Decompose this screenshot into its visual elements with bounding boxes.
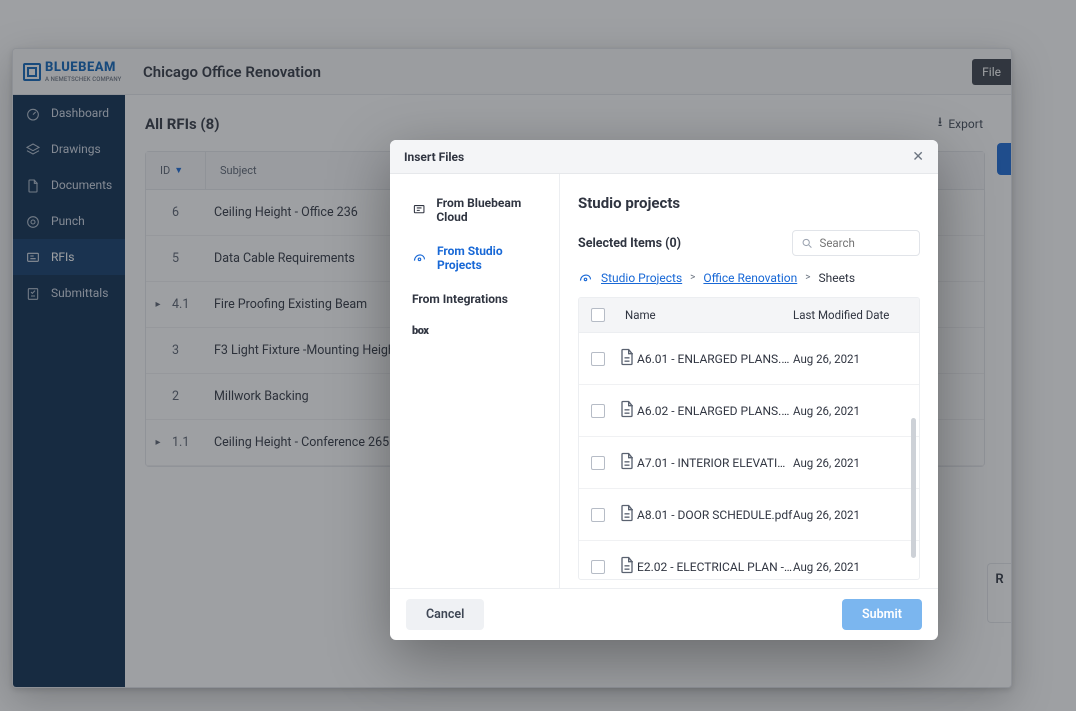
chevron-right-icon: > <box>805 272 810 283</box>
search-box[interactable] <box>792 230 920 256</box>
modal-footer: Cancel Submit <box>390 588 938 640</box>
file-checkbox[interactable] <box>591 560 605 574</box>
panel-title: Studio projects <box>578 194 920 212</box>
document-icon <box>617 503 637 526</box>
document-icon <box>617 399 637 422</box>
file-modified-date: Aug 26, 2021 <box>793 404 907 418</box>
select-all-checkbox[interactable] <box>591 308 605 322</box>
file-list: Name Last Modified Date A6.01 - ENLARGED… <box>578 297 920 580</box>
source-label: From Studio Projects <box>437 244 543 272</box>
submit-button[interactable]: Submit <box>842 599 922 630</box>
file-checkbox[interactable] <box>591 456 605 470</box>
file-checkbox[interactable] <box>591 404 605 418</box>
file-name: A8.01 - DOOR SCHEDULE.pdf <box>637 508 793 522</box>
box-icon: box <box>412 324 428 337</box>
document-icon <box>617 347 637 370</box>
close-icon[interactable]: ✕ <box>912 149 924 165</box>
studio-icon <box>412 250 427 266</box>
file-checkbox[interactable] <box>591 508 605 522</box>
breadcrumb-item[interactable]: Office Renovation <box>703 271 797 285</box>
file-row[interactable]: E2.02 - ELECTRICAL PLAN - LEVELAug 26, 2… <box>579 541 919 579</box>
modal-body: From Bluebeam Cloud From Studio Projects F… <box>390 174 938 588</box>
file-name: A6.01 - ENLARGED PLANS.pdf <box>637 352 793 366</box>
file-row[interactable]: A6.02 - ENLARGED PLANS.pdfAug 26, 2021 <box>579 385 919 437</box>
breadcrumb: Studio Projects > Office Renovation > Sheets <box>578 270 920 285</box>
column-modified[interactable]: Last Modified Date <box>793 308 907 322</box>
file-row[interactable]: A8.01 - DOOR SCHEDULE.pdfAug 26, 2021 <box>579 489 919 541</box>
scrollbar-thumb[interactable] <box>911 418 916 558</box>
file-modified-date: Aug 26, 2021 <box>793 352 907 366</box>
modal-header: Insert Files ✕ <box>390 140 938 174</box>
file-list-header: Name Last Modified Date <box>579 298 919 333</box>
file-checkbox[interactable] <box>591 352 605 366</box>
cloud-doc-icon <box>412 202 426 218</box>
document-icon <box>617 451 637 474</box>
file-row[interactable]: A7.01 - INTERIOR ELEVATIONS.pdfAug 26, 2… <box>579 437 919 489</box>
file-modified-date: Aug 26, 2021 <box>793 508 907 522</box>
modal-content-panel: Studio projects Selected Items (0) Studi… <box>560 174 938 588</box>
modal-source-panel: From Bluebeam Cloud From Studio Projects F… <box>390 174 560 588</box>
file-name: A6.02 - ENLARGED PLANS.pdf <box>637 404 793 418</box>
breadcrumb-item: Sheets <box>818 271 855 285</box>
file-name: A7.01 - INTERIOR ELEVATIONS.pdf <box>637 456 793 470</box>
cancel-button[interactable]: Cancel <box>406 599 484 630</box>
file-modified-date: Aug 26, 2021 <box>793 456 907 470</box>
studio-icon <box>578 270 593 285</box>
selected-items-count: Selected Items (0) <box>578 236 681 251</box>
column-name[interactable]: Name <box>617 308 793 322</box>
chevron-right-icon: > <box>690 272 695 283</box>
source-bb-cloud[interactable]: From Bluebeam Cloud <box>412 196 543 224</box>
modal-title: Insert Files <box>404 150 464 164</box>
file-row[interactable]: A6.01 - ENLARGED PLANS.pdfAug 26, 2021 <box>579 333 919 385</box>
source-studio[interactable]: From Studio Projects <box>412 244 543 272</box>
file-modified-date: Aug 26, 2021 <box>793 560 907 574</box>
search-icon <box>801 236 813 251</box>
breadcrumb-item[interactable]: Studio Projects <box>601 271 682 285</box>
source-label: From Bluebeam Cloud <box>436 196 543 224</box>
search-input[interactable] <box>819 236 911 250</box>
file-name: E2.02 - ELECTRICAL PLAN - LEVEL <box>637 560 793 574</box>
integrations-heading: From Integrations <box>412 292 543 306</box>
document-icon <box>617 555 637 578</box>
integration-box[interactable]: box <box>412 324 543 337</box>
insert-files-modal: Insert Files ✕ From Bluebeam Cloud From S… <box>390 140 938 640</box>
